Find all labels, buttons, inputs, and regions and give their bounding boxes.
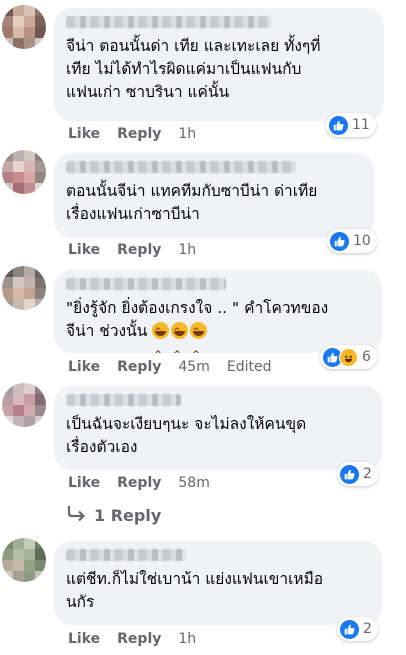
reaction-count: 2 (363, 466, 372, 482)
like-reaction-icon (340, 619, 359, 639)
reply-button[interactable]: Reply (117, 359, 161, 375)
reaction-count: 10 (353, 233, 371, 249)
reaction-summary[interactable]: 11 (326, 113, 376, 137)
author-name-redacted[interactable] (66, 549, 186, 561)
timestamp[interactable]: 1h (178, 242, 196, 258)
like-button[interactable]: Like (68, 359, 100, 375)
avatar[interactable] (2, 5, 46, 49)
reply-button[interactable]: Reply (117, 126, 161, 142)
comment-bubble: ตอนนั้นจีน่า แทคทีมกับซาบีน่า ด่าเทีย เร… (54, 153, 374, 238)
grinning-squinting-face-icon (171, 321, 189, 367)
author-name-redacted[interactable] (66, 394, 181, 406)
timestamp[interactable]: 45m (178, 359, 209, 375)
comment-actions: Like Reply 1h (68, 631, 213, 647)
view-replies-link[interactable]: 1 Reply (66, 505, 161, 525)
comment-actions: Like Reply 1h (68, 242, 213, 258)
reaction-summary[interactable]: 2 (337, 617, 378, 641)
like-reaction-icon (329, 115, 348, 135)
timestamp[interactable]: 58m (178, 475, 209, 491)
reaction-summary[interactable]: 10 (327, 229, 377, 253)
avatar[interactable] (2, 383, 46, 427)
comment-actions: Like Reply 45m Edited (68, 359, 271, 375)
avatar[interactable] (2, 538, 46, 582)
like-button[interactable]: Like (68, 242, 100, 258)
comment-text: "ยิ่งรู้จัก ยิ่งต้องเกรงใจ .. " คำโควทขอ… (66, 297, 370, 367)
author-name-redacted[interactable] (66, 161, 296, 173)
view-replies-label: 1 Reply (94, 505, 162, 525)
reply-button[interactable]: Reply (117, 242, 161, 258)
reaction-summary[interactable]: 6 (320, 345, 377, 369)
comment-bubble: เป็นฉันจะเงียบๆนะ จะไม่ลงให้คนขุด เรื่อง… (54, 386, 382, 470)
reply-button[interactable]: Reply (117, 631, 161, 647)
like-button[interactable]: Like (68, 126, 100, 142)
comment-bubble: "ยิ่งรู้จัก ยิ่งต้องเกรงใจ .. " คำโควทขอ… (54, 270, 382, 367)
edited-label[interactable]: Edited (227, 359, 272, 375)
avatar[interactable] (2, 266, 46, 310)
comment-text: เป็นฉันจะเงียบๆนะ จะไม่ลงให้คนขุด เรื่อง… (66, 415, 307, 456)
like-reaction-icon (330, 231, 349, 251)
reaction-count: 11 (352, 117, 370, 133)
comment-text: จีน่า ตอนนั้นด่า เทีย และเทะเลย ทั้งๆที่… (66, 37, 321, 101)
grinning-squinting-face-icon (190, 321, 208, 367)
reply-arrow-icon (66, 505, 86, 525)
reply-button[interactable]: Reply (117, 475, 161, 491)
comment-text: ตอนนั้นจีน่า แทคทีมกับซาบีน่า ด่าเทีย เร… (66, 182, 318, 223)
like-button[interactable]: Like (68, 631, 100, 647)
reaction-count: 2 (363, 621, 372, 637)
reaction-summary[interactable]: 2 (337, 462, 378, 486)
haha-reaction-icon (339, 347, 358, 367)
timestamp[interactable]: 1h (178, 126, 196, 142)
author-name-redacted[interactable] (66, 278, 226, 290)
comment-text: แต่ชีท.ก็ไม่ใช่เบาน้า แย่งแฟนเขาเหมือ นก… (66, 570, 324, 611)
avatar[interactable] (2, 150, 46, 194)
like-button[interactable]: Like (68, 475, 100, 491)
comment-actions: Like Reply 58m (68, 475, 227, 491)
author-name-redacted[interactable] (66, 16, 271, 28)
comment-bubble: จีน่า ตอนนั้นด่า เทีย และเทะเลย ทั้งๆที่… (54, 8, 384, 121)
comment-bubble: แต่ชีท.ก็ไม่ใช่เบาน้า แย่งแฟนเขาเหมือ นก… (54, 541, 382, 625)
reaction-count: 6 (362, 349, 371, 365)
grinning-squinting-face-icon (152, 321, 170, 367)
like-reaction-icon (340, 464, 359, 484)
timestamp[interactable]: 1h (178, 631, 196, 647)
comment-actions: Like Reply 1h (68, 126, 213, 142)
